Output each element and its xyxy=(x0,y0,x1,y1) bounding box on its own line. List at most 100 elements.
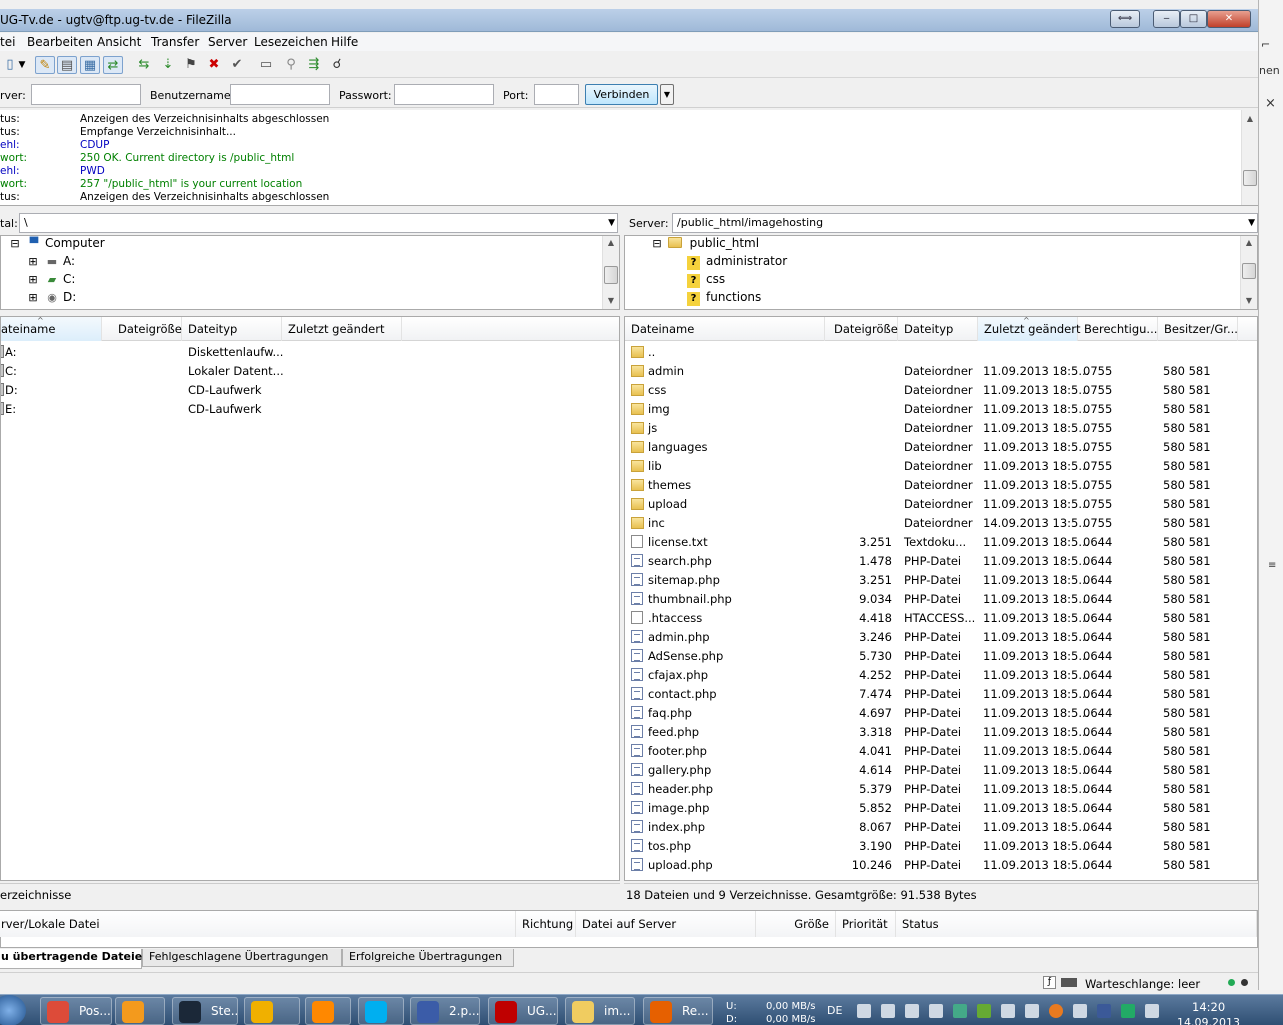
menu-file[interactable]: tei xyxy=(0,35,15,49)
column-filename[interactable]: Dateiname xyxy=(625,317,825,341)
table-row[interactable]: lib Dateiordner 11.09.2013 18:5... 0755 … xyxy=(625,456,1257,475)
table-row[interactable]: gallery.php 4.614 PHP-Datei 11.09.2013 1… xyxy=(625,760,1257,779)
tree-item-public-html[interactable]: ⊟ public_html xyxy=(649,236,759,253)
collapse-icon[interactable]: ⊟ xyxy=(649,236,665,253)
table-row[interactable]: search.php 1.478 PHP-Datei 11.09.2013 18… xyxy=(625,551,1257,570)
table-row[interactable]: tos.php 3.190 PHP-Datei 11.09.2013 18:5.… xyxy=(625,836,1257,855)
table-row[interactable]: C: Lokaler Datent... xyxy=(1,361,619,380)
queue-column-direction[interactable]: Richtung xyxy=(516,911,576,937)
message-log[interactable]: tus: Anzeigen des Verzeichnisinhalts abge… xyxy=(0,110,1258,206)
scroll-up-icon[interactable]: ▲ xyxy=(1241,236,1257,250)
tree-item-functions[interactable]: ? functions xyxy=(687,288,761,306)
menu-server[interactable]: Server xyxy=(208,35,247,49)
username-input[interactable] xyxy=(230,84,330,105)
taskbar-button[interactable] xyxy=(244,997,300,1025)
scroll-thumb[interactable] xyxy=(1243,170,1257,186)
table-row[interactable]: D: CD-Laufwerk xyxy=(1,380,619,399)
tab-failed-transfers[interactable]: Fehlgeschlagene Übertragungen xyxy=(142,949,342,967)
table-row[interactable]: A: Diskettenlaufw... xyxy=(1,342,619,361)
menu-transfer[interactable]: Transfer xyxy=(151,35,199,49)
directory-compare-icon[interactable]: ⇶ xyxy=(304,56,324,74)
table-row[interactable]: footer.php 4.041 PHP-Datei 11.09.2013 18… xyxy=(625,741,1257,760)
table-row[interactable]: cfajax.php 4.252 PHP-Datei 11.09.2013 18… xyxy=(625,665,1257,684)
table-row[interactable]: languages Dateiordner 11.09.2013 18:5...… xyxy=(625,437,1257,456)
toggle-local-tree-icon[interactable]: ▤ xyxy=(57,56,77,74)
scroll-up-icon[interactable]: ▲ xyxy=(1242,112,1258,126)
taskbar-button[interactable] xyxy=(358,997,404,1025)
table-row[interactable]: license.txt 3.251 Textdoku... 11.09.2013… xyxy=(625,532,1257,551)
expand-icon[interactable]: ⊞ xyxy=(25,271,41,289)
taskbar-button[interactable]: UG... xyxy=(488,997,558,1025)
column-modified[interactable]: ^ Zuletzt geändert xyxy=(978,317,1080,341)
queue-column-size[interactable]: Größe xyxy=(756,911,836,937)
grip-icon[interactable]: ≡ xyxy=(1268,560,1276,571)
filter-icon[interactable]: ƒ xyxy=(1043,976,1056,989)
column-filetype[interactable]: Dateityp xyxy=(898,317,978,341)
table-row[interactable]: faq.php 4.697 PHP-Datei 11.09.2013 18:5.… xyxy=(625,703,1257,722)
site-manager-dropdown-icon[interactable]: ▼ xyxy=(12,56,32,74)
menu-view[interactable]: Ansicht xyxy=(97,35,141,49)
tab-successful-transfers[interactable]: Erfolgreiche Übertragungen xyxy=(342,949,514,967)
collapse-icon[interactable]: ⊟ xyxy=(7,236,23,253)
remote-file-list[interactable]: Dateiname Dateigröße Dateityp ^ Zuletzt g… xyxy=(624,316,1258,881)
tray-icon[interactable] xyxy=(1121,1004,1135,1018)
table-row[interactable]: admin Dateiordner 11.09.2013 18:5... 075… xyxy=(625,361,1257,380)
taskbar-button[interactable]: im... xyxy=(565,997,635,1025)
tab-queued-files[interactable]: u übertragende Dateien xyxy=(0,949,150,969)
queue-column-remote-file[interactable]: Datei auf Server xyxy=(576,911,756,937)
expand-icon[interactable]: ⊞ xyxy=(25,289,41,307)
table-row[interactable]: AdSense.php 5.730 PHP-Datei 11.09.2013 1… xyxy=(625,646,1257,665)
scroll-thumb[interactable] xyxy=(1242,263,1256,279)
queue-column-status[interactable]: Status xyxy=(896,911,1257,937)
toggle-remote-tree-icon[interactable]: ▦ xyxy=(80,56,100,74)
background-close-icon[interactable]: × xyxy=(1265,96,1276,111)
table-row[interactable]: image.php 5.852 PHP-Datei 11.09.2013 18:… xyxy=(625,798,1257,817)
scroll-thumb[interactable] xyxy=(604,266,618,284)
taskbar-button[interactable]: Ste... xyxy=(172,997,238,1025)
table-row[interactable]: .. xyxy=(625,342,1257,361)
column-filesize[interactable]: Dateigröße xyxy=(112,317,182,341)
remote-tree-scrollbar[interactable]: ▲ ▼ xyxy=(1240,236,1257,309)
port-input[interactable] xyxy=(534,84,579,105)
local-tree[interactable]: ⊟ ▀ Computer ⊞ ▬ A: ⊞ ▰ C: ⊞ ◉ D: ▲ ▼ xyxy=(0,235,620,310)
column-filename[interactable]: ^ ateiname xyxy=(1,317,102,341)
scroll-down-icon[interactable]: ▼ xyxy=(1241,294,1257,308)
table-row[interactable]: thumbnail.php 9.034 PHP-Datei 11.09.2013… xyxy=(625,589,1257,608)
menu-bookmarks[interactable]: Lesezeichen xyxy=(254,35,328,49)
resize-button[interactable]: ⟺ xyxy=(1110,10,1140,28)
steam-tray-icon[interactable] xyxy=(857,1004,871,1018)
table-row[interactable]: css Dateiordner 11.09.2013 18:5... 0755 … xyxy=(625,380,1257,399)
table-row[interactable]: themes Dateiordner 11.09.2013 18:5... 07… xyxy=(625,475,1257,494)
local-tree-scrollbar[interactable]: ▲ ▼ xyxy=(602,236,619,309)
connect-dropdown-icon[interactable]: ▼ xyxy=(660,84,674,105)
table-row[interactable]: E: CD-Laufwerk xyxy=(1,399,619,418)
transfer-queue[interactable]: rver/Lokale Datei Richtung Datei auf Ser… xyxy=(0,910,1258,948)
tree-item-computer[interactable]: ⊟ ▀ Computer xyxy=(7,236,104,253)
tray-icon[interactable] xyxy=(1073,1004,1087,1018)
synchronized-browsing-icon[interactable]: ⚲ xyxy=(281,56,301,74)
table-row[interactable]: index.php 8.067 PHP-Datei 11.09.2013 18:… xyxy=(625,817,1257,836)
taskbar-button[interactable]: Re... xyxy=(643,997,713,1025)
tray-icon[interactable] xyxy=(905,1004,919,1018)
table-row[interactable]: upload.php 10.246 PHP-Datei 11.09.2013 1… xyxy=(625,855,1257,874)
table-row[interactable]: .htaccess 4.418 HTACCESS... 11.09.2013 1… xyxy=(625,608,1257,627)
table-row[interactable]: contact.php 7.474 PHP-Datei 11.09.2013 1… xyxy=(625,684,1257,703)
search-icon[interactable]: ☌ xyxy=(327,56,347,74)
server-input[interactable] xyxy=(31,84,141,105)
maximize-button[interactable]: □ xyxy=(1180,10,1207,28)
remote-tree[interactable]: ⊟ public_html ? administrator ? css ? funct… xyxy=(624,235,1258,310)
table-row[interactable]: admin.php 3.246 PHP-Datei 11.09.2013 18:… xyxy=(625,627,1257,646)
table-row[interactable]: feed.php 3.318 PHP-Datei 11.09.2013 18:5… xyxy=(625,722,1257,741)
clock-date[interactable]: 14.09.2013 xyxy=(1177,1016,1240,1025)
refresh-icon[interactable]: ⇆ xyxy=(134,56,154,74)
tray-icon[interactable] xyxy=(953,1004,967,1018)
taskbar-button[interactable] xyxy=(305,997,351,1025)
column-filesize[interactable]: Dateigröße xyxy=(828,317,898,341)
table-row[interactable]: upload Dateiordner 11.09.2013 18:5... 07… xyxy=(625,494,1257,513)
toggle-queue-icon[interactable]: ⇄ xyxy=(103,56,123,74)
tree-item-c[interactable]: ⊞ ▰ C: xyxy=(25,270,75,288)
column-owner[interactable]: Besitzer/Gr... xyxy=(1158,317,1238,341)
taskbar-button[interactable]: 2.p... xyxy=(410,997,480,1025)
network-icon[interactable] xyxy=(1145,1004,1159,1018)
taskbar-button[interactable]: Pos... xyxy=(40,997,112,1025)
